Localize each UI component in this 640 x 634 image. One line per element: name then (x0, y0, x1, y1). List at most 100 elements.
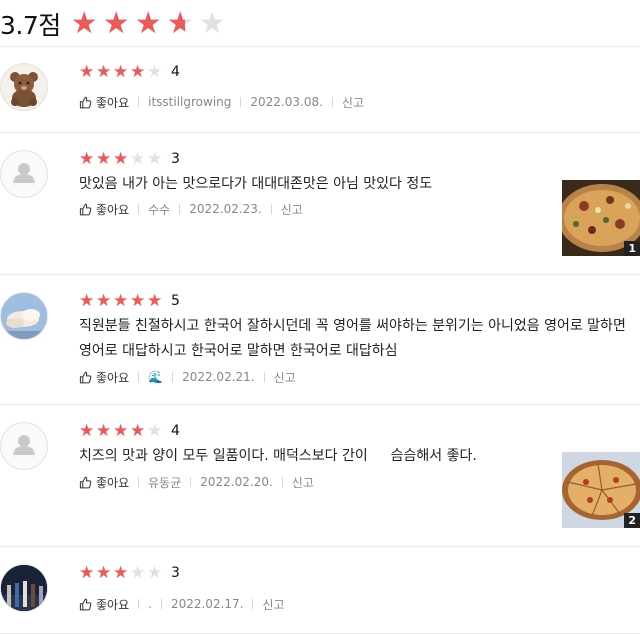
review-item: ★★ ★★ ★★ ★★ ★★ 3 좋아요 . 2022.02.17. 신고 (0, 547, 640, 634)
review-user[interactable]: 유동균 (148, 474, 181, 491)
star-icon: ★★ (113, 562, 129, 583)
review-score: 3 (171, 565, 180, 581)
separator (179, 204, 181, 214)
separator (281, 477, 283, 487)
review-date: 2022.03.08. (250, 95, 323, 109)
report-link[interactable]: 신고 (342, 94, 364, 111)
review-date: 2022.02.21. (182, 370, 255, 384)
star-icon: ★★ (134, 6, 162, 41)
review-meta: 좋아요 유동균 2022.02.20. 신고 (79, 472, 640, 492)
review-date: 2022.02.17. (170, 597, 244, 611)
report-link[interactable]: 신고 (274, 369, 296, 386)
user-avatar[interactable] (0, 422, 48, 470)
review-stars: ★★ ★★ ★★ ★★ ★★ 3 (79, 563, 640, 583)
like-label: 좋아요 (96, 597, 130, 612)
night-scene-icon (1, 565, 47, 611)
user-avatar[interactable] (0, 150, 48, 198)
teddy-bear-icon (10, 72, 38, 107)
rating-summary: 3.7점 ★★ ★★ ★★ ★★ ★★ (0, 6, 229, 42)
review-user[interactable]: 🌊 (148, 370, 163, 384)
review-item: ★★ ★★ ★★ ★★ ★★ 4 치즈의 맛과 양이 모두 일품이다. 매덕스보… (0, 405, 640, 546)
review-photo[interactable]: 1 (562, 180, 640, 256)
review-score: 5 (171, 293, 180, 309)
review-meta: 좋아요 🌊 2022.02.21. 신고 (79, 367, 640, 387)
star-icon: ★★ (130, 562, 146, 583)
star-icon: ★★ (113, 420, 129, 441)
review-text: 직원분들 친절하시고 한국어 잘하시던데 꼭 영어를 써야하는 분위기는 아니었… (79, 318, 626, 359)
star-icon: ★★ (96, 61, 112, 82)
review-stars: ★ ★ ★ ★ ★ ★ ★ ★ ★ ★ 5 (79, 291, 640, 311)
separator (172, 372, 174, 382)
thumbs-up-icon (79, 371, 92, 383)
separator (240, 97, 242, 107)
user-avatar[interactable] (0, 63, 48, 111)
thumbs-up-icon (79, 476, 92, 488)
review-user[interactable]: itsstillgrowing (148, 95, 231, 109)
like-button[interactable]: 좋아요 (79, 596, 129, 613)
review-stars: ★★ ★★ ★★ ★★ ★★ 4 (79, 62, 640, 82)
star-icon: ★★ (113, 148, 129, 169)
review-meta: 좋아요 . 2022.02.17. 신고 (79, 594, 640, 614)
like-label: 좋아요 (96, 475, 130, 490)
star-icon: ★★ (130, 61, 146, 82)
star-icon: ★★ (130, 148, 146, 169)
default-user-icon (13, 435, 35, 455)
like-label: 좋아요 (96, 370, 130, 385)
review-photo[interactable]: 2 (562, 452, 640, 528)
separator (138, 599, 140, 609)
average-stars: ★★ ★★ ★★ ★★ ★★ (71, 9, 229, 39)
star-icon: ★★ (198, 6, 226, 41)
star-icon: ★★ (96, 148, 112, 169)
review-user[interactable]: 수수 (148, 201, 170, 218)
star-icon: ★★ (79, 148, 95, 169)
star-icon: ★★ (79, 562, 95, 583)
star-icon: ★★ (96, 290, 112, 311)
separator (263, 372, 265, 382)
star-icon: ★★ (79, 290, 95, 311)
thumbs-up-icon (79, 203, 92, 215)
star-icon: ★★ (166, 6, 194, 41)
separator (252, 599, 254, 609)
review-meta: 좋아요 수수 2022.02.23. 신고 (79, 199, 640, 219)
star-icon: ★★ (130, 420, 146, 441)
review-stars: ★★ ★★ ★★ ★★ ★★ 3 (79, 149, 640, 169)
star-icon: ★★ (147, 148, 163, 169)
review-score: 4 (171, 423, 180, 439)
review-meta: 좋아요 itsstillgrowing 2022.03.08. 신고 (79, 92, 640, 112)
like-button[interactable]: 좋아요 (79, 474, 129, 491)
star-icon: ★★ (96, 562, 112, 583)
star-icon: ★★ (113, 61, 129, 82)
review-score: 3 (171, 151, 180, 167)
like-label: 좋아요 (96, 202, 130, 217)
like-button[interactable]: 좋아요 (79, 369, 129, 386)
star-icon: ★★ (147, 61, 163, 82)
star-icon: ★★ (130, 290, 146, 311)
separator (331, 97, 333, 107)
report-link[interactable]: 신고 (281, 201, 303, 218)
review-date: 2022.02.23. (189, 202, 262, 216)
star-icon: ★★ (96, 420, 112, 441)
like-button[interactable]: 좋아요 (79, 201, 129, 218)
star-icon: ★★ (79, 61, 95, 82)
like-button[interactable]: 좋아요 (79, 94, 129, 111)
star-icon: ★★ (147, 290, 163, 311)
separator (190, 477, 192, 487)
user-avatar[interactable] (0, 292, 48, 340)
sky-icon (1, 293, 47, 339)
star-icon: ★★ (70, 6, 98, 41)
separator (138, 97, 140, 107)
star-icon: ★★ (113, 290, 129, 311)
review-text: 맛있음 내가 아는 맛으로다가 대대대존맛은 아님 맛있다 정도 (79, 176, 433, 192)
report-link[interactable]: 신고 (262, 596, 284, 613)
star-icon: ★★ (79, 420, 95, 441)
review-date: 2022.02.20. (200, 475, 273, 489)
user-avatar[interactable] (0, 564, 48, 612)
review-item: ★ ★ ★ ★ ★ ★ ★ ★ ★ ★ 5 직원분들 친절하시고 한국어 잘하시던데 꼭 … (0, 275, 640, 404)
default-user-icon (13, 163, 35, 183)
photo-count: 2 (624, 513, 640, 528)
report-link[interactable]: 신고 (292, 474, 314, 491)
separator (160, 599, 162, 609)
average-rating: 3.7점 (0, 11, 61, 40)
separator (138, 204, 140, 214)
review-user[interactable]: . (148, 597, 152, 611)
